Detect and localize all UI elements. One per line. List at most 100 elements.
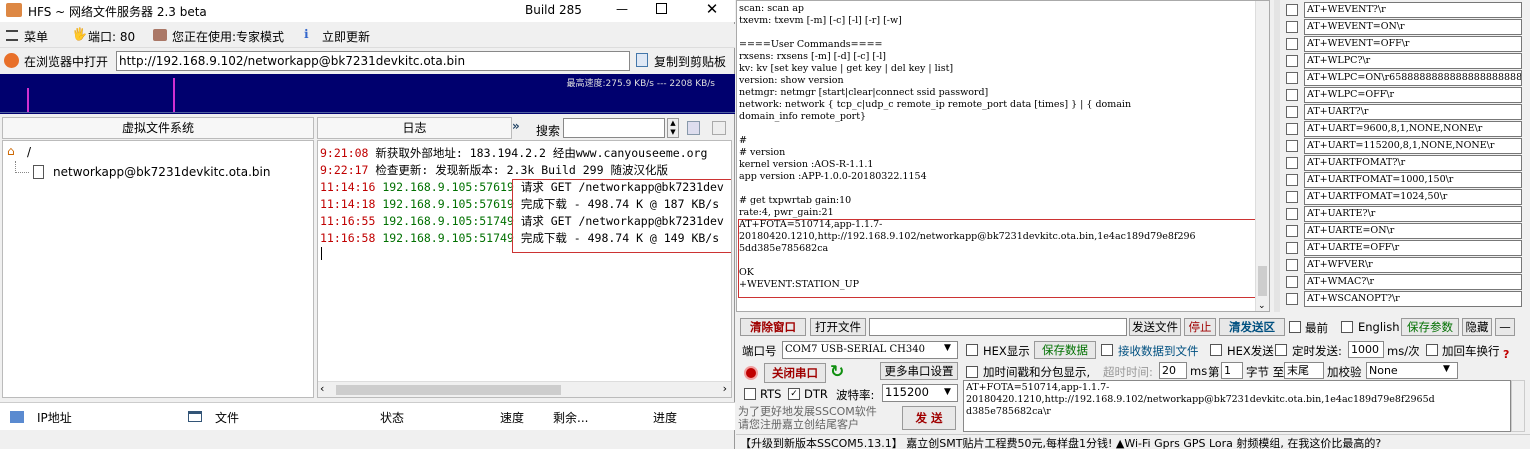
port-button[interactable]: 端口: 80 bbox=[88, 28, 135, 45]
command-field[interactable]: AT+UARTE=ON\r bbox=[1304, 223, 1522, 239]
port-select[interactable]: COM7 USB-SERIAL CH340 bbox=[782, 341, 958, 359]
more-settings-button[interactable]: 更多串口设置 bbox=[880, 362, 958, 380]
command-checkbox[interactable] bbox=[1286, 157, 1298, 169]
command-field[interactable]: AT+WSCANOPT?\r bbox=[1304, 291, 1522, 307]
log-hscrollbar[interactable]: ‹ › bbox=[318, 381, 731, 397]
col-speed[interactable]: 速度 bbox=[500, 409, 524, 426]
command-field[interactable]: AT+WEVENT=ON\r bbox=[1304, 19, 1522, 35]
terminal-line: # bbox=[739, 135, 747, 146]
topmost-checkbox[interactable] bbox=[1289, 321, 1301, 333]
timeout-input[interactable]: 20 bbox=[1159, 362, 1187, 379]
command-field[interactable]: AT+WLPC=OFF\r bbox=[1304, 87, 1522, 103]
recv-to-file-checkbox[interactable] bbox=[1101, 344, 1113, 356]
command-field[interactable]: AT+UARTE?\r bbox=[1304, 206, 1522, 222]
menu-button[interactable]: 菜单 bbox=[24, 28, 48, 45]
timestamp-checkbox[interactable] bbox=[966, 366, 978, 378]
command-checkbox[interactable] bbox=[1286, 38, 1298, 50]
command-checkbox[interactable] bbox=[1286, 276, 1298, 288]
command-checkbox[interactable] bbox=[1286, 242, 1298, 254]
vfs-file[interactable]: networkapp@bk7231devkitc.ota.bin bbox=[53, 165, 271, 179]
english-checkbox[interactable] bbox=[1341, 321, 1353, 333]
close-port-button[interactable]: 关闭串口 bbox=[764, 363, 826, 383]
search-input[interactable] bbox=[563, 118, 665, 138]
scroll-left-icon[interactable]: ‹ bbox=[320, 382, 324, 395]
col-status[interactable]: 状态 bbox=[380, 409, 404, 426]
clear-send-button[interactable]: 清发送区 bbox=[1219, 318, 1285, 336]
send-button[interactable]: 发 送 bbox=[902, 406, 956, 430]
command-field[interactable]: AT+WMAC?\r bbox=[1304, 274, 1522, 290]
command-field[interactable]: AT+UARTFOMAT?\r bbox=[1304, 155, 1522, 171]
command-field[interactable]: AT+UART?\r bbox=[1304, 104, 1522, 120]
command-checkbox[interactable] bbox=[1286, 89, 1298, 101]
col-file[interactable]: 文件 bbox=[215, 409, 239, 426]
refresh-icon[interactable]: ↻ bbox=[830, 362, 844, 382]
open-file-button[interactable]: 打开文件 bbox=[810, 318, 866, 336]
command-field[interactable]: AT+UARTFOMAT=1024,50\r bbox=[1304, 189, 1522, 205]
search-log-icon[interactable] bbox=[712, 121, 726, 135]
interval-input[interactable]: 1000 bbox=[1348, 341, 1384, 358]
maximize-button[interactable] bbox=[656, 3, 667, 14]
timed-send-checkbox[interactable] bbox=[1275, 344, 1287, 356]
send-file-button[interactable]: 发送文件 bbox=[1129, 318, 1181, 336]
command-checkbox[interactable] bbox=[1286, 191, 1298, 203]
send-textarea[interactable]: AT+FOTA=510714,app-1.1.7- 20180420.1210,… bbox=[963, 380, 1511, 432]
help-icon[interactable]: ? bbox=[1503, 348, 1509, 361]
scroll-right-icon[interactable]: › bbox=[723, 382, 727, 395]
send-scrollbar[interactable] bbox=[1511, 380, 1525, 432]
clear-window-button[interactable]: 清除窗口 bbox=[740, 318, 806, 336]
url-field[interactable]: http://192.168.9.102/networkapp@bk7231de… bbox=[116, 51, 630, 71]
command-checkbox[interactable] bbox=[1286, 140, 1298, 152]
copy-clipboard-button[interactable]: 复制到剪贴板 bbox=[654, 53, 726, 70]
file-path-input[interactable] bbox=[869, 318, 1127, 336]
command-checkbox[interactable] bbox=[1286, 123, 1298, 135]
save-data-button[interactable]: 保存数据 bbox=[1034, 341, 1096, 359]
col-remaining[interactable]: 剩余... bbox=[553, 409, 588, 426]
col-progress[interactable]: 进度 bbox=[653, 409, 677, 426]
byte-to-select[interactable]: 末尾 bbox=[1284, 362, 1324, 379]
collapse-button[interactable]: — bbox=[1495, 318, 1515, 336]
command-checkbox[interactable] bbox=[1286, 106, 1298, 118]
status-text[interactable]: 【升级到新版本SSCOM5.13.1】 嘉立创SMT贴片工程费50元,每样盘1分… bbox=[740, 437, 1381, 449]
minimize-button[interactable]: — bbox=[612, 0, 632, 20]
byte-from-input[interactable]: 1 bbox=[1221, 362, 1243, 379]
command-field[interactable]: AT+UARTE=OFF\r bbox=[1304, 240, 1522, 256]
command-field[interactable]: AT+WFVER\r bbox=[1304, 257, 1522, 273]
command-field[interactable]: AT+WEVENT=OFF\r bbox=[1304, 36, 1522, 52]
command-checkbox[interactable] bbox=[1286, 208, 1298, 220]
hide-button[interactable]: 隐藏 bbox=[1462, 318, 1492, 336]
hex-send-checkbox[interactable] bbox=[1210, 344, 1222, 356]
expand-icon[interactable]: » bbox=[512, 119, 520, 133]
terminal-vscrollbar[interactable]: ⌄ bbox=[1255, 1, 1269, 311]
open-in-browser-button[interactable]: 在浏览器中打开 bbox=[24, 53, 108, 70]
dtr-checkbox[interactable]: ✓ bbox=[788, 388, 800, 400]
command-checkbox[interactable] bbox=[1286, 72, 1298, 84]
rts-checkbox[interactable] bbox=[744, 388, 756, 400]
command-field[interactable]: AT+WEVENT?\r bbox=[1304, 2, 1522, 18]
add-crlf-checkbox[interactable] bbox=[1426, 344, 1438, 356]
mode-button[interactable]: 您正在使用:专家模式 bbox=[172, 28, 284, 45]
save-params-button[interactable]: 保存参数 bbox=[1401, 318, 1459, 336]
command-checkbox[interactable] bbox=[1286, 55, 1298, 67]
command-checkbox[interactable] bbox=[1286, 4, 1298, 16]
command-checkbox[interactable] bbox=[1286, 174, 1298, 186]
col-ip[interactable]: IP地址 bbox=[37, 409, 72, 426]
command-checkbox[interactable] bbox=[1286, 293, 1298, 305]
close-button[interactable]: ✕ bbox=[702, 0, 722, 20]
command-field[interactable]: AT+WLPC=ON\r658888888888888888888888 bbox=[1304, 70, 1522, 86]
scroll-thumb[interactable] bbox=[336, 385, 561, 395]
command-field[interactable]: AT+WLPC?\r bbox=[1304, 53, 1522, 69]
scroll-thumb[interactable] bbox=[1258, 266, 1267, 296]
scroll-down-icon[interactable]: ⌄ bbox=[1258, 301, 1266, 311]
command-field[interactable]: AT+UART=115200,8,1,NONE,NONE\r bbox=[1304, 138, 1522, 154]
stop-button[interactable]: 停止 bbox=[1184, 318, 1216, 336]
command-checkbox[interactable] bbox=[1286, 21, 1298, 33]
vfs-root[interactable]: / bbox=[27, 145, 31, 159]
hex-display-checkbox[interactable] bbox=[966, 344, 978, 356]
command-field[interactable]: AT+UARTFOMAT=1000,150\r bbox=[1304, 172, 1522, 188]
command-field[interactable]: AT+UART=9600,8,1,NONE,NONE\r bbox=[1304, 121, 1522, 137]
copy-log-icon[interactable] bbox=[687, 121, 700, 135]
search-spinner[interactable]: ▲ ▼ bbox=[667, 118, 679, 138]
update-button[interactable]: 立即更新 bbox=[322, 28, 370, 45]
command-checkbox[interactable] bbox=[1286, 225, 1298, 237]
command-checkbox[interactable] bbox=[1286, 259, 1298, 271]
